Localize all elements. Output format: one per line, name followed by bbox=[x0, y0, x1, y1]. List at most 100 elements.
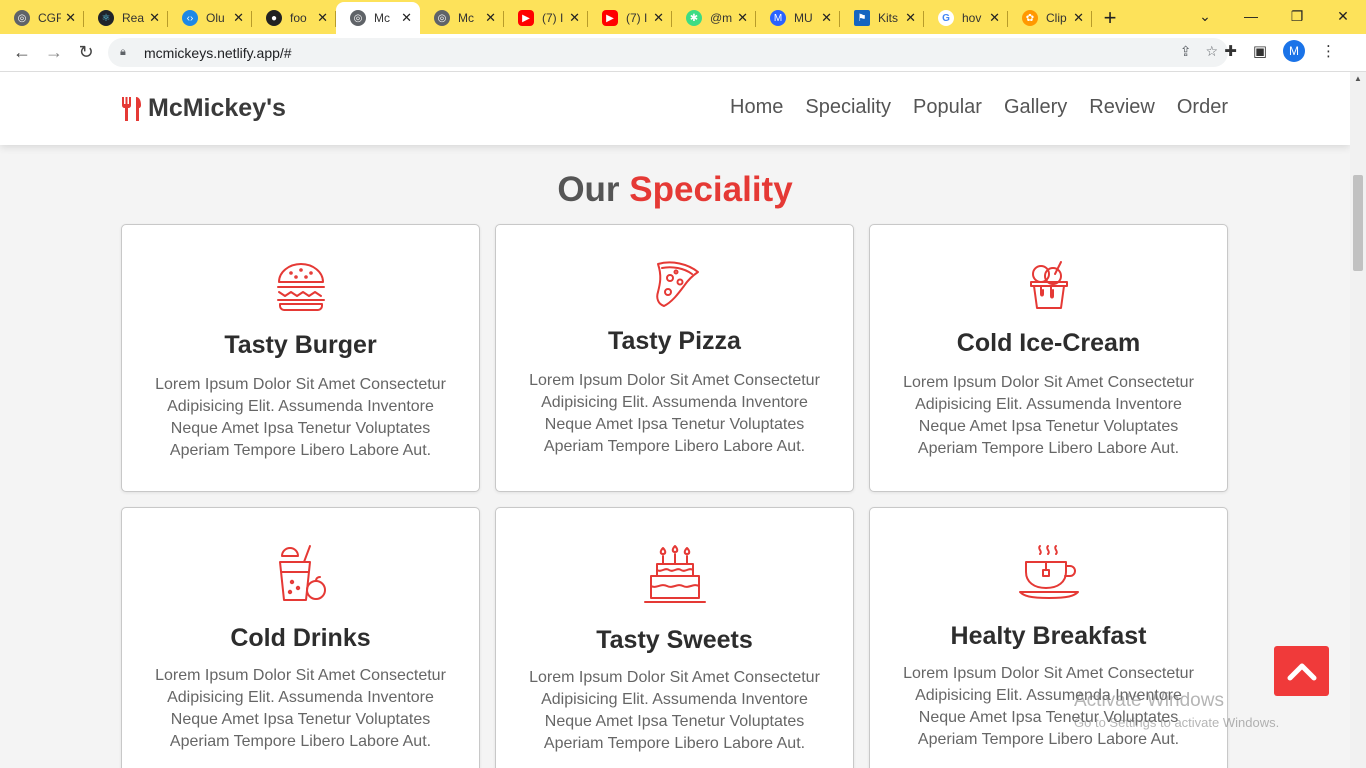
browser-tab[interactable]: ▶ (7) I ✕ bbox=[588, 2, 672, 34]
close-icon[interactable]: ✕ bbox=[569, 10, 580, 26]
scroll-to-top-button[interactable] bbox=[1274, 646, 1329, 696]
scrollbar-thumb[interactable] bbox=[1353, 175, 1363, 271]
youtube-icon: ▶ bbox=[518, 10, 534, 26]
browser-tab[interactable]: ‹› Olu ✕ bbox=[168, 2, 252, 34]
browser-tab[interactable]: ⚑ Kits ✕ bbox=[840, 2, 924, 34]
page-scrollbar[interactable]: ▲ bbox=[1350, 72, 1366, 768]
scroll-up-arrow-icon[interactable]: ▲ bbox=[1354, 74, 1362, 83]
site-logo[interactable]: McMickey's bbox=[120, 94, 286, 123]
card-title: Cold Ice-Cream bbox=[956, 329, 1141, 357]
tab-label: (7) I bbox=[626, 11, 648, 25]
browser-tab[interactable]: Ghov ✕ bbox=[924, 2, 1008, 34]
tab-label: hov bbox=[962, 11, 982, 25]
ice-cream-icon bbox=[870, 260, 1227, 312]
close-icon[interactable]: ✕ bbox=[989, 10, 1000, 26]
reload-icon[interactable]: ↻ bbox=[70, 37, 102, 69]
close-icon[interactable]: ✕ bbox=[1073, 10, 1084, 26]
close-icon[interactable]: ✕ bbox=[821, 10, 832, 26]
address-bar[interactable]: 🔒︎ mcmickeys.netlify.app/# ⇪ ☆ bbox=[108, 38, 1228, 67]
tab-label: Clip bbox=[1046, 11, 1067, 25]
tab-favicon-icon: ‹› bbox=[182, 10, 198, 26]
tab-favicon-icon: ● bbox=[266, 10, 282, 26]
back-arrow-icon[interactable]: ← bbox=[6, 37, 38, 69]
close-icon[interactable]: ✕ bbox=[317, 10, 328, 26]
site-header: McMickey's Home Speciality Popular Galle… bbox=[0, 72, 1350, 145]
youtube-icon: ▶ bbox=[602, 10, 618, 26]
speciality-card: Tasty Sweets Lorem Ipsum Dolor Sit Amet … bbox=[495, 507, 854, 768]
speciality-card: Cold Drinks Lorem Ipsum Dolor Sit Amet C… bbox=[121, 507, 480, 768]
browser-tab[interactable]: ▶ (7) I ✕ bbox=[504, 2, 588, 34]
close-icon[interactable]: ✕ bbox=[233, 10, 244, 26]
nav-speciality[interactable]: Speciality bbox=[805, 96, 891, 119]
card-title: Tasty Burger bbox=[224, 331, 377, 359]
tab-favicon-icon: ◎ bbox=[350, 10, 366, 26]
nav-order[interactable]: Order bbox=[1177, 96, 1228, 119]
side-panel-icon[interactable]: ▣ bbox=[1253, 42, 1267, 60]
tab-label: @m bbox=[710, 11, 733, 25]
tab-label: Kits bbox=[878, 11, 899, 25]
close-icon[interactable]: ✕ bbox=[905, 10, 916, 26]
card-text: Lorem Ipsum Dolor Sit Amet Consectetur A… bbox=[529, 372, 820, 455]
heading-accent: Speciality bbox=[629, 170, 793, 209]
browser-tab-active[interactable]: ◎ Mc ✕ bbox=[336, 2, 420, 34]
tab-label: Olu bbox=[206, 11, 225, 25]
tab-label: (7) I bbox=[542, 11, 564, 25]
browser-tab-strip: ◎ CGF ✕ ⚛ Rea ✕ ‹› Olu ✕ ● foo ✕ ◎ Mc ✕ ◎ Mc ✕ ▶ (7) … bbox=[0, 0, 1366, 34]
tab-label: CGF bbox=[38, 11, 62, 25]
tab-label: MU bbox=[794, 11, 813, 25]
lock-icon: 🔒︎ bbox=[120, 46, 126, 58]
nav-popular[interactable]: Popular bbox=[913, 96, 982, 119]
url-text: mcmickeys.netlify.app/# bbox=[144, 44, 292, 61]
heading-plain: Our bbox=[557, 170, 630, 209]
tab-label: Rea bbox=[122, 11, 145, 25]
tab-favicon-icon: ✱ bbox=[686, 10, 702, 26]
star-icon[interactable]: ☆ bbox=[1205, 43, 1218, 60]
tab-label: foo bbox=[290, 11, 307, 25]
browser-tab[interactable]: ◎ Mc ✕ bbox=[420, 2, 504, 34]
minimize-icon[interactable]: — bbox=[1228, 0, 1274, 32]
card-title: Healty Breakfast bbox=[950, 622, 1147, 650]
google-icon: G bbox=[938, 10, 954, 26]
tab-search-chevron-icon[interactable]: ⌄ bbox=[1182, 0, 1228, 32]
close-icon[interactable]: ✕ bbox=[149, 10, 160, 26]
page-viewport: McMickey's Home Speciality Popular Galle… bbox=[0, 72, 1350, 768]
browser-tab[interactable]: ◎ CGF ✕ bbox=[0, 2, 84, 34]
activation-watermark-text: Go to Settings to activate Windows. bbox=[1074, 715, 1280, 730]
card-text: Lorem Ipsum Dolor Sit Amet Consectetur A… bbox=[155, 667, 446, 750]
speciality-card: Tasty Burger Lorem Ipsum Dolor Sit Amet … bbox=[121, 224, 480, 492]
tab-favicon-icon: ⚛ bbox=[98, 10, 114, 26]
section-heading: Our Speciality bbox=[0, 170, 1350, 210]
tab-label: Mc bbox=[458, 11, 474, 25]
menu-kebab-icon[interactable]: ⋮ bbox=[1321, 42, 1336, 60]
browser-tab[interactable]: ● foo ✕ bbox=[252, 2, 336, 34]
browser-tab[interactable]: ✿ Clip ✕ bbox=[1008, 2, 1092, 34]
close-icon[interactable]: ✕ bbox=[401, 10, 412, 26]
window-close-icon[interactable]: ✕ bbox=[1320, 0, 1366, 32]
restore-icon[interactable]: ❐ bbox=[1274, 0, 1320, 32]
nav-review[interactable]: Review bbox=[1089, 96, 1155, 119]
card-title: Tasty Pizza bbox=[608, 327, 741, 355]
pizza-icon bbox=[496, 258, 853, 308]
speciality-card: Cold Ice-Cream Lorem Ipsum Dolor Sit Ame… bbox=[869, 224, 1228, 492]
browser-tab[interactable]: M MU ✕ bbox=[756, 2, 840, 34]
close-icon[interactable]: ✕ bbox=[485, 10, 496, 26]
close-icon[interactable]: ✕ bbox=[737, 10, 748, 26]
forward-arrow-icon[interactable]: → bbox=[38, 37, 70, 69]
browser-tab[interactable]: ⚛ Rea ✕ bbox=[84, 2, 168, 34]
browser-toolbar: ← → ↻ 🔒︎ mcmickeys.netlify.app/# ⇪ ☆ ✚ ▣… bbox=[0, 34, 1366, 72]
speciality-card: Tasty Pizza Lorem Ipsum Dolor Sit Amet C… bbox=[495, 224, 854, 492]
close-icon[interactable]: ✕ bbox=[65, 10, 76, 26]
close-icon[interactable]: ✕ bbox=[653, 10, 664, 26]
extensions-puzzle-icon[interactable]: ✚ bbox=[1224, 42, 1237, 60]
flag-icon: ⚑ bbox=[854, 10, 870, 26]
share-icon[interactable]: ⇪ bbox=[1180, 43, 1192, 60]
card-text: Lorem Ipsum Dolor Sit Amet Consectetur A… bbox=[903, 374, 1194, 457]
nav-gallery[interactable]: Gallery bbox=[1004, 96, 1067, 119]
nav-home[interactable]: Home bbox=[730, 96, 783, 119]
browser-tab[interactable]: ✱ @m ✕ bbox=[672, 2, 756, 34]
tab-favicon-icon: ◎ bbox=[14, 10, 30, 26]
profile-avatar[interactable]: M bbox=[1283, 40, 1305, 62]
main-nav: Home Speciality Popular Gallery Review O… bbox=[730, 96, 1228, 119]
new-tab-plus-icon[interactable]: + bbox=[1092, 2, 1128, 34]
activation-watermark-title: Activate Windows bbox=[1074, 690, 1224, 711]
